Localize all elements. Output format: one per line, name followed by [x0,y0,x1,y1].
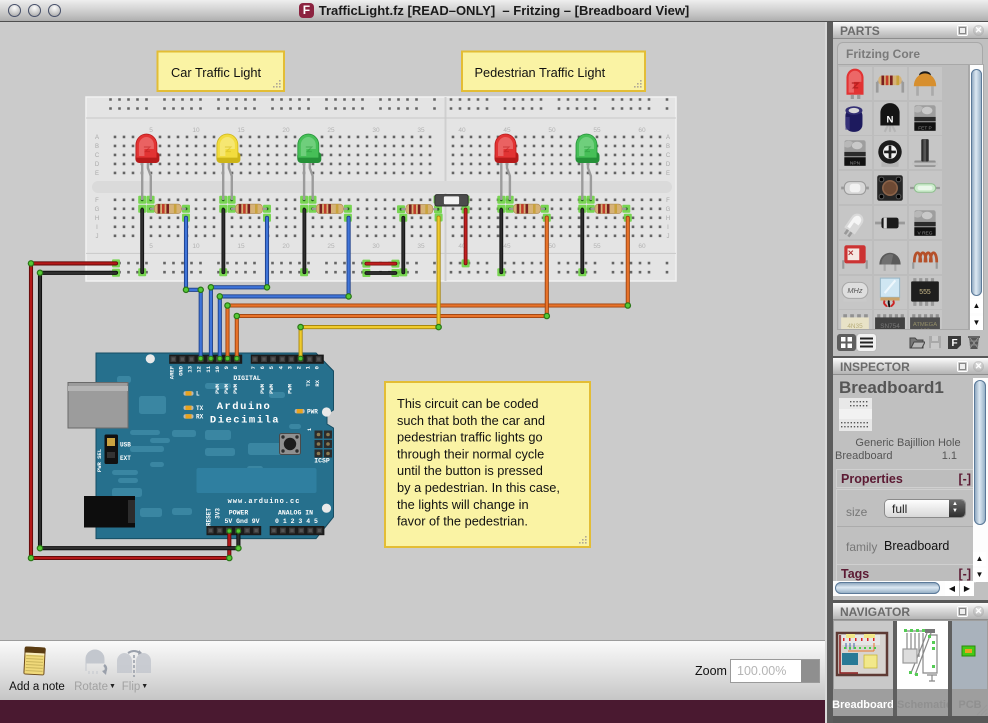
svg-text:15: 15 [237,127,245,134]
svg-text:PWM: PWM [268,383,275,394]
svg-text:F: F [666,198,670,204]
svg-text:10: 10 [192,243,200,250]
svg-text:20: 20 [282,127,290,134]
svg-text:until the button is pressed: until the button is pressed [397,463,543,478]
svg-text:0 1 2 3 4 5: 0 1 2 3 4 5 [275,518,318,525]
svg-text:TX: TX [196,405,204,412]
svg-text:RX: RX [196,414,204,421]
svg-text:20: 20 [282,243,290,250]
svg-text:55: 55 [593,127,601,134]
svg-text:DIGITAL: DIGITAL [233,375,260,382]
svg-text:PWR SEL: PWR SEL [96,448,103,472]
svg-text:B: B [666,144,670,150]
svg-text:55: 55 [593,243,601,250]
svg-text:5: 5 [149,127,153,134]
svg-text:0: 0 [314,366,321,369]
svg-text:through their normal cycle: through their normal cycle [397,446,544,461]
svg-text:35: 35 [417,243,425,250]
svg-text:favor of the pedestrian.: favor of the pedestrian. [397,514,528,529]
svg-text:60: 60 [638,127,646,134]
svg-text:EXT: EXT [120,455,131,462]
svg-text:25: 25 [327,127,335,134]
svg-text:Pedestrian Traffic Light: Pedestrian Traffic Light [475,65,606,80]
svg-text:www.arduino.cc: www.arduino.cc [228,498,301,506]
svg-text:4N35: 4N35 [847,323,863,330]
svg-text:50: 50 [548,127,556,134]
svg-text:PWM: PWM [223,383,230,394]
svg-text:5V Gnd 9V: 5V Gnd 9V [224,518,259,525]
svg-text:Diecimila: Diecimila [210,415,280,427]
svg-text:N: N [887,114,894,125]
svg-text:10: 10 [192,127,200,134]
svg-text:E: E [95,171,99,177]
svg-text:RX: RX [314,379,321,386]
svg-text:C: C [95,153,100,159]
svg-text:ICSP: ICSP [314,458,330,465]
svg-text:J: J [96,234,99,240]
svg-text:2: 2 [296,366,303,369]
svg-text:30: 30 [372,127,380,134]
svg-text:7: 7 [250,366,257,369]
svg-text:B: B [95,144,99,150]
svg-text:PWM: PWM [259,383,266,394]
svg-text:12: 12 [196,366,203,373]
svg-text:G: G [666,207,671,213]
svg-text:NPN: NPN [850,161,861,167]
svg-text:A: A [95,135,99,141]
svg-text:H: H [666,216,670,222]
svg-text:pedestrian traffic lights go: pedestrian traffic lights go [397,430,543,445]
svg-text:the lights will change in: the lights will change in [397,497,529,512]
svg-text:25: 25 [327,243,335,250]
svg-text:D: D [666,162,671,168]
svg-text:13: 13 [187,365,194,372]
svg-text:PWM: PWM [214,383,221,394]
svg-text:60: 60 [638,243,646,250]
svg-text:L: L [196,391,200,398]
svg-text:6: 6 [259,366,266,369]
svg-text:RESET: RESET [206,508,213,526]
svg-text:USB: USB [120,442,131,449]
svg-text:C: C [666,153,671,159]
svg-text:E: E [666,171,670,177]
svg-text:PWR: PWR [307,409,318,416]
svg-text:30: 30 [372,243,380,250]
svg-text:F: F [95,198,99,204]
svg-text:40: 40 [458,127,466,134]
svg-text:45: 45 [503,127,511,134]
svg-text:GND: GND [177,365,184,376]
svg-text:such that both the car and: such that both the car and [397,413,545,428]
svg-text:ATMEGA: ATMEGA [913,322,937,328]
svg-text:Arduino: Arduino [217,401,272,413]
svg-text:PWM: PWM [287,383,294,394]
svg-text:by a pedestrian. In this case,: by a pedestrian. In this case, [397,480,560,495]
svg-text:V REG: V REG [918,230,933,236]
svg-text:11: 11 [205,365,212,372]
svg-text:15: 15 [237,243,245,250]
svg-text:A: A [666,135,670,141]
svg-text:MHz: MHz [847,286,863,295]
svg-text:1: 1 [307,428,313,431]
svg-text:50: 50 [548,243,556,250]
svg-text:3V3: 3V3 [215,508,222,519]
svg-text:FET P: FET P [918,126,932,132]
svg-text:POWER: POWER [229,510,249,517]
svg-text:Car Traffic Light: Car Traffic Light [171,65,262,80]
svg-text:TX: TX [305,379,312,386]
svg-text:This circuit can be coded: This circuit can be coded [397,396,539,411]
svg-text:45: 45 [503,243,511,250]
svg-text:J: J [667,234,670,240]
svg-text:9: 9 [223,366,230,369]
svg-text:D: D [95,162,100,168]
svg-text:PWM: PWM [232,383,239,394]
svg-text:10: 10 [214,366,221,373]
svg-text:35: 35 [417,127,425,134]
svg-text:ANALOG IN: ANALOG IN [278,510,313,517]
svg-text:SN754: SN754 [880,323,900,330]
svg-text:AREF: AREF [168,366,175,379]
svg-text:G: G [95,207,100,213]
svg-text:F: F [951,338,957,349]
svg-text:H: H [95,216,99,222]
svg-text:555: 555 [919,289,931,296]
svg-text:5: 5 [149,243,153,250]
